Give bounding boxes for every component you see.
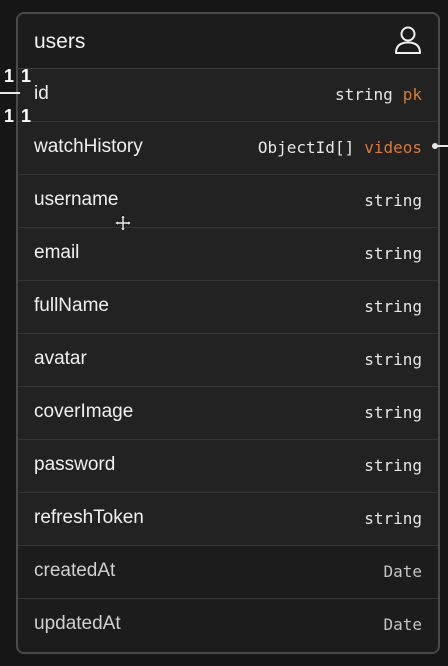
field-type: ObjectId[] videos [257, 138, 422, 157]
field-name: updatedAt [34, 613, 121, 634]
field-row-refreshtoken[interactable]: refreshToken string [18, 493, 438, 546]
field-name: coverImage [34, 401, 134, 422]
field-row-id[interactable]: id string pk [18, 69, 438, 122]
field-name: email [34, 242, 80, 263]
field-type: string pk [334, 85, 422, 104]
field-type: string [364, 403, 422, 422]
field-name: fullName [34, 295, 109, 316]
relation-line-watchhistory[interactable] [436, 145, 448, 147]
field-name: watchHistory [34, 136, 143, 157]
user-icon [395, 26, 421, 54]
field-name: createdAt [34, 560, 116, 581]
table-header[interactable]: users [18, 14, 438, 69]
field-type: string [364, 191, 422, 210]
users-table-card[interactable]: users id string pk watchHistory ObjectId[… [16, 12, 440, 654]
relation-line-id[interactable] [0, 92, 20, 94]
cardinality-top: 1 1 [4, 66, 33, 86]
field-row-fullname[interactable]: fullName string [18, 281, 438, 334]
field-row-watchhistory[interactable]: watchHistory ObjectId[] videos [18, 122, 438, 175]
field-key-badge: pk [402, 85, 422, 104]
field-name: avatar [34, 348, 87, 369]
cardinality-bottom: 1 1 [4, 106, 33, 126]
field-row-createdat[interactable]: createdAt Date [18, 546, 438, 599]
field-type: string [364, 244, 422, 263]
field-row-username[interactable]: username string [18, 175, 438, 228]
field-row-avatar[interactable]: avatar string [18, 334, 438, 387]
field-type: string [364, 297, 422, 316]
field-name: password [34, 454, 116, 475]
field-name: refreshToken [34, 507, 144, 528]
table-title: users [34, 30, 86, 53]
field-row-updatedat[interactable]: updatedAt Date [18, 599, 438, 652]
field-name: username [34, 189, 119, 210]
field-row-password[interactable]: password string [18, 440, 438, 493]
field-type: Date [383, 562, 422, 581]
field-type: string [364, 350, 422, 369]
field-row-coverimage[interactable]: coverImage string [18, 387, 438, 440]
move-cursor-icon [115, 215, 131, 231]
diagram-canvas: users id string pk watchHistory ObjectId[… [0, 0, 448, 666]
field-rows: id string pk watchHistory ObjectId[] video… [18, 69, 438, 652]
field-ref-target: videos [364, 138, 422, 157]
field-row-email[interactable]: email string [18, 228, 438, 281]
field-name: id [34, 83, 49, 104]
field-type: string [364, 509, 422, 528]
field-type: string [364, 456, 422, 475]
field-type: Date [383, 615, 422, 634]
